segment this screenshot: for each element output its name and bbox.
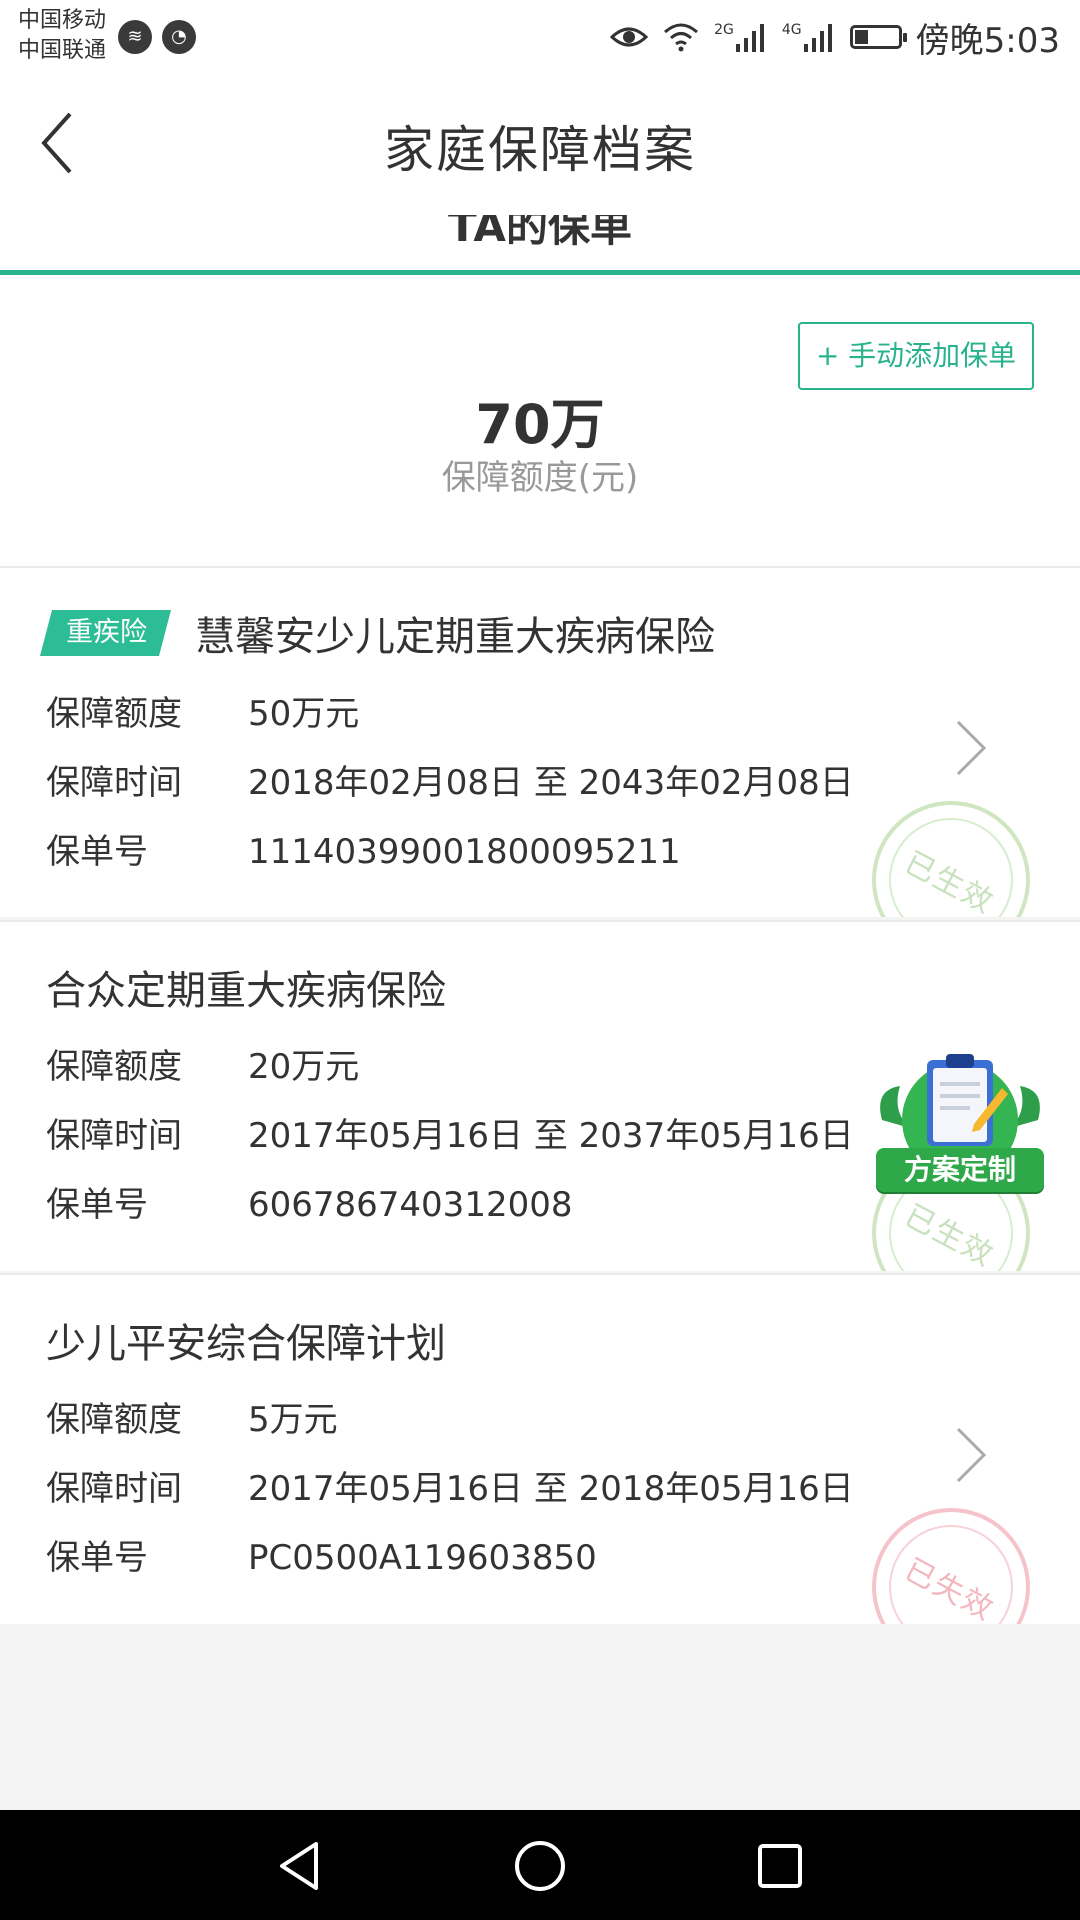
carrier-names: 中国移动 中国联通: [18, 6, 106, 66]
policy-number-label: 保单号: [46, 1185, 148, 1225]
status-bar: 中国移动 中国联通 ≋ ◔ 2G 4G 傍晚5:03: [0, 0, 1080, 80]
coverage-period-row: 保障时间 2017年05月16日 至 2037年05月16日: [46, 1111, 854, 1161]
circle-home-icon: [515, 1841, 565, 1891]
coverage-period-value: 2017年05月16日 至 2018年05月16日: [248, 1469, 854, 1509]
policy-title-row: 重疾险 慧馨安少儿定期重大疾病保险: [40, 604, 715, 662]
status-icons: 2G 4G 傍晚5:03: [610, 14, 1060, 61]
coverage-amount-label: 保障额度: [46, 694, 182, 734]
status-stamp-text: 已失效: [898, 1552, 1000, 1624]
coverage-period-value: 2017年05月16日 至 2037年05月16日: [248, 1116, 854, 1156]
status-stamp-ring: 已生效: [889, 818, 1013, 917]
chat-app-icon: ◔: [162, 20, 196, 54]
coverage-period-label: 保障时间: [46, 763, 182, 803]
policy-number-label: 保单号: [46, 832, 148, 872]
policy-title-row: 合众定期重大疾病保险: [46, 958, 446, 1016]
battery-level: [854, 30, 869, 44]
status-stamp: 已失效: [872, 1508, 1030, 1624]
page-title: 家庭保障档案: [384, 121, 696, 179]
chevron-right-icon: [956, 1427, 987, 1483]
coverage-period-value: 2018年02月08日 至 2043年02月08日: [248, 763, 854, 803]
policy-number-row: 保单号 PC0500A119603850: [46, 1533, 597, 1583]
clock: 傍晚5:03: [915, 20, 1060, 61]
policy-card[interactable]: 重疾险 慧馨安少儿定期重大疾病保险 保障额度 50万元 保障时间 2018年02月0…: [0, 566, 1080, 917]
policy-card[interactable]: 少儿平安综合保障计划 保障额度 5万元 保障时间 2017年05月16日 至 201…: [0, 1273, 1080, 1624]
policy-number-label: 保单号: [46, 1538, 148, 1578]
chevron-right-icon: [956, 720, 987, 776]
system-back-button[interactable]: [272, 1838, 328, 1894]
system-navigation-bar: [0, 1810, 1080, 1920]
status-stamp-text: 已生效: [898, 845, 1000, 917]
coverage-amount-label: 保障额度: [46, 1047, 182, 1087]
total-coverage-amount: 70万: [475, 393, 605, 456]
policy-number-value: PC0500A119603850: [248, 1538, 597, 1578]
coverage-amount-row: 保障额度 50万元: [46, 689, 359, 739]
policy-type-tag: 重疾险: [40, 610, 171, 656]
voice-app-icon: ≋: [118, 20, 152, 54]
network-1-label: 2G: [714, 22, 734, 38]
carrier-2: 中国联通: [18, 38, 107, 63]
coverage-period-label: 保障时间: [46, 1469, 182, 1509]
custom-plan-label: 方案定制: [876, 1148, 1044, 1192]
policy-title-row: 少儿平安综合保障计划: [46, 1311, 446, 1369]
carrier-1: 中国移动: [18, 8, 107, 33]
policy-detail-button[interactable]: [954, 1425, 988, 1485]
scrolled-header: TA的保单: [0, 215, 1080, 272]
policy-title: 少儿平安综合保障计划: [46, 1321, 446, 1367]
coverage-period-label: 保障时间: [46, 1116, 182, 1156]
wifi-icon: [664, 23, 699, 52]
coverage-period-row: 保障时间 2018年02月08日 至 2043年02月08日: [46, 758, 854, 808]
battery-icon: [849, 25, 907, 49]
eye-icon: [610, 27, 649, 47]
coverage-period-row: 保障时间 2017年05月16日 至 2018年05月16日: [46, 1464, 854, 1514]
policy-number-row: 保单号 11140399001800095211: [46, 827, 681, 877]
coverage-amount-value: 20万元: [248, 1047, 360, 1087]
policy-title: 合众定期重大疾病保险: [46, 968, 446, 1014]
triangle-back-icon: [280, 1842, 318, 1890]
coverage-amount-row: 保障额度 5万元: [46, 1395, 338, 1445]
screen: 中国移动 中国联通 ≋ ◔ 2G 4G 傍晚5:03 家庭保障档案 TA的保单 …: [0, 0, 1080, 1920]
square-recents-icon: [758, 1844, 802, 1888]
coverage-amount-value: 5万元: [248, 1400, 338, 1440]
coverage-amount-row: 保障额度 20万元: [46, 1042, 359, 1092]
clipboard-icon: [880, 1054, 1040, 1160]
system-home-button[interactable]: [512, 1838, 568, 1894]
signal-2g-icon: 2G: [714, 22, 768, 52]
policy-title: 慧馨安少儿定期重大疾病保险: [195, 614, 715, 660]
total-coverage-label: 保障额度(元): [441, 458, 639, 498]
coverage-amount-label: 保障额度: [46, 1400, 182, 1440]
policy-number-value: 606786740312008: [248, 1185, 573, 1225]
network-2-label: 4G: [781, 22, 802, 38]
policy-number-row: 保单号 606786740312008: [46, 1180, 572, 1230]
policy-number-value: 11140399001800095211: [248, 832, 681, 872]
status-stamp-ring: 已失效: [889, 1525, 1013, 1624]
policy-detail-button[interactable]: [954, 718, 988, 778]
nav-bar: 家庭保障档案: [0, 80, 1080, 216]
scrolled-header-text: TA的保单: [448, 215, 632, 251]
custom-plan-float-button[interactable]: 方案定制: [870, 1050, 1050, 1210]
status-stamp: 已生效: [872, 801, 1030, 917]
signal-4g-icon: 4G: [782, 22, 836, 52]
system-recents-button[interactable]: [752, 1838, 808, 1894]
coverage-amount-value: 50万元: [248, 694, 360, 734]
coverage-summary: + 手动添加保单 70万 保障额度(元): [0, 275, 1080, 566]
